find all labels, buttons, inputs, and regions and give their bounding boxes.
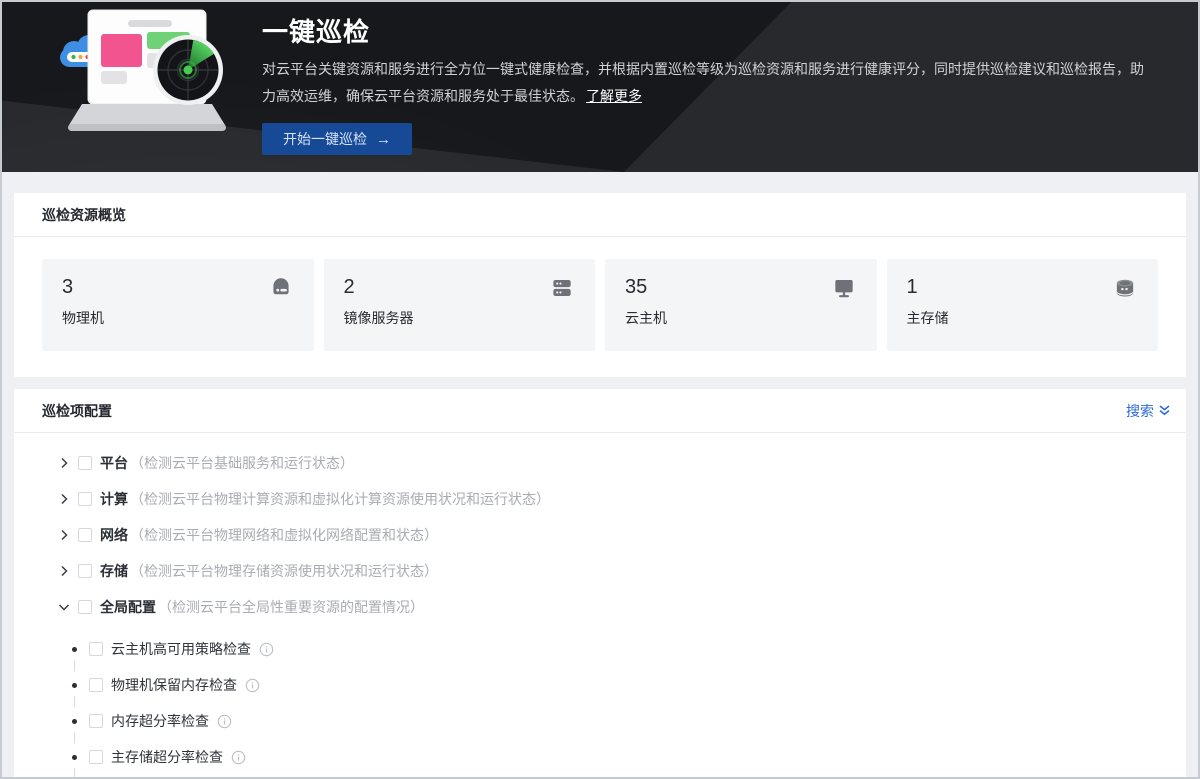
item-label: 物理机保留内存检查 [111, 675, 237, 695]
primary-storage-icon [1112, 275, 1138, 301]
inspection-illustration [54, 6, 236, 139]
radar-icon [153, 35, 223, 105]
item-checkbox[interactable] [89, 678, 103, 692]
banner-description: 对云平台关键资源和服务进行全方位一键式健康检查，并根据内置巡检等级为巡检资源和服… [262, 56, 1146, 110]
cloud-host-icon [831, 275, 857, 301]
category-checkbox[interactable] [78, 600, 92, 614]
resource-overview-panel: 巡检资源概览 3 物理机 2 镜像服务器 [14, 193, 1186, 377]
resource-label: 云主机 [625, 308, 857, 328]
item-checkbox[interactable] [89, 642, 103, 656]
tree-item-row: 云主机高可用策略检查 [58, 631, 1158, 667]
item-checkbox[interactable] [89, 714, 103, 728]
tree-item-row: 主存储超分率检查 [58, 739, 1158, 775]
resource-count: 2 [344, 276, 576, 299]
one-click-inspection-page: 一键巡检 对云平台关键资源和服务进行全方位一键式健康检查，并根据内置巡检等级为巡… [0, 0, 1200, 779]
expand-chevron-icon[interactable] [58, 601, 70, 613]
resource-count: 1 [907, 276, 1139, 299]
info-icon[interactable] [245, 678, 260, 693]
category-description: （检测云平台全局性重要资源的配置情况） [158, 597, 424, 617]
category-description: （检测云平台物理网络和虚拟化网络配置和状态） [130, 525, 438, 545]
page-title: 一键巡检 [262, 12, 1146, 49]
tree-category-row[interactable]: 全局配置 （检测云平台全局性重要资源的配置情况） [58, 589, 1158, 625]
resource-count: 3 [62, 276, 294, 299]
search-toggle-link[interactable]: 搜索 [1126, 401, 1170, 421]
tree-item-row: 物理机保留内存检查 [58, 667, 1158, 703]
category-checkbox[interactable] [78, 456, 92, 470]
resource-count: 35 [625, 276, 857, 299]
resource-label: 镜像服务器 [344, 308, 576, 328]
config-title: 巡检项配置 [42, 401, 112, 421]
info-icon[interactable] [259, 642, 274, 657]
double-chevron-down-icon [1159, 405, 1170, 416]
inspection-config-panel: 巡检项配置 搜索 平台 （检测云平台基础服务和运行状态） [14, 389, 1186, 779]
expand-chevron-icon[interactable] [58, 565, 70, 577]
resource-cards: 3 物理机 2 镜像服务器 35 [14, 237, 1186, 377]
resource-card: 35 云主机 [605, 259, 877, 351]
resource-overview-header: 巡检资源概览 [14, 193, 1186, 237]
laptop-radar-illustration [54, 6, 236, 134]
bullet-icon [72, 683, 77, 688]
search-link-label: 搜索 [1126, 401, 1154, 421]
expand-chevron-icon[interactable] [58, 457, 70, 469]
expand-chevron-icon[interactable] [58, 493, 70, 505]
expand-chevron-icon[interactable] [58, 529, 70, 541]
bullet-icon [72, 719, 77, 724]
category-label: 全局配置 [100, 597, 156, 617]
start-inspection-button[interactable]: 开始一键巡检 → [262, 123, 412, 155]
category-checkbox[interactable] [78, 528, 92, 542]
category-checkbox[interactable] [78, 492, 92, 506]
category-checkbox[interactable] [78, 564, 92, 578]
banner-description-text: 对云平台关键资源和服务进行全方位一键式健康检查，并根据内置巡检等级为巡检资源和服… [262, 61, 1144, 104]
category-description: （检测云平台基础服务和运行状态） [130, 453, 354, 473]
category-description: （检测云平台物理存储资源使用状况和运行状态） [130, 561, 438, 581]
banner: 一键巡检 对云平台关键资源和服务进行全方位一键式健康检查，并根据内置巡检等级为巡… [2, 2, 1198, 172]
physical-machine-icon [268, 275, 294, 301]
arrow-right-icon: → [376, 131, 391, 148]
info-icon[interactable] [231, 750, 246, 765]
item-label: 内存超分率检查 [111, 711, 209, 731]
tree-category-row[interactable]: 存储 （检测云平台物理存储资源使用状况和运行状态） [58, 553, 1158, 589]
tree-children-group: 云主机高可用策略检查 物理机保留内存检查 内存超分率检查 [58, 631, 1158, 775]
overview-title: 巡检资源概览 [42, 205, 126, 225]
tree-category-row[interactable]: 网络 （检测云平台物理网络和虚拟化网络配置和状态） [58, 517, 1158, 553]
tree-category-row[interactable]: 计算 （检测云平台物理计算资源和虚拟化计算资源使用状况和运行状态） [58, 481, 1158, 517]
tree-item-row: 内存超分率检查 [58, 703, 1158, 739]
inspection-tree: 平台 （检测云平台基础服务和运行状态） 计算 （检测云平台物理计算资源和虚拟化计… [14, 433, 1186, 779]
item-checkbox[interactable] [89, 750, 103, 764]
category-label: 计算 [100, 489, 128, 509]
resource-label: 物理机 [62, 308, 294, 328]
category-label: 平台 [100, 453, 128, 473]
item-label: 云主机高可用策略检查 [111, 639, 251, 659]
info-icon[interactable] [217, 714, 232, 729]
category-label: 存储 [100, 561, 128, 581]
inspection-config-header: 巡检项配置 搜索 [14, 389, 1186, 433]
bullet-icon [72, 647, 77, 652]
category-label: 网络 [100, 525, 128, 545]
resource-card: 3 物理机 [42, 259, 314, 351]
main-content: 巡检资源概览 3 物理机 2 镜像服务器 [2, 193, 1198, 779]
bullet-icon [72, 755, 77, 760]
resource-card: 2 镜像服务器 [324, 259, 596, 351]
learn-more-link[interactable]: 了解更多 [586, 88, 642, 104]
start-button-label: 开始一键巡检 [283, 129, 367, 149]
resource-card: 1 主存储 [887, 259, 1159, 351]
resource-label: 主存储 [907, 308, 1139, 328]
image-server-icon [549, 275, 575, 301]
tree-category-row[interactable]: 平台 （检测云平台基础服务和运行状态） [58, 445, 1158, 481]
item-label: 主存储超分率检查 [111, 747, 223, 767]
category-description: （检测云平台物理计算资源和虚拟化计算资源使用状况和运行状态） [130, 489, 550, 509]
